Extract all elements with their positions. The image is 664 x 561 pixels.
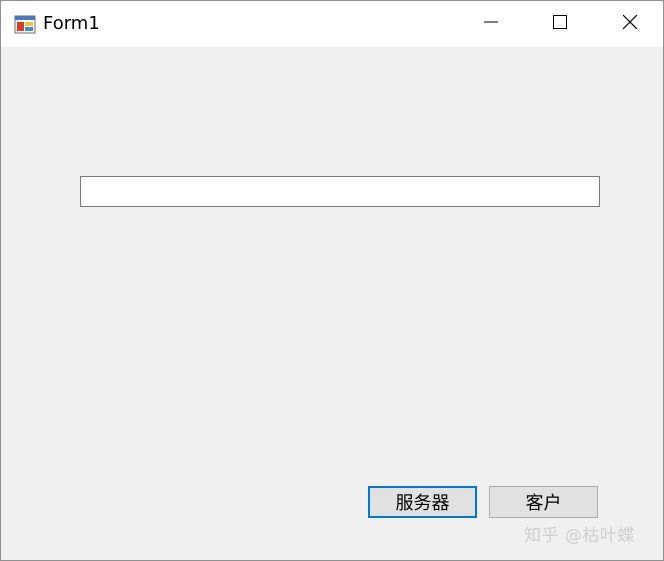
text-input[interactable] [80,176,600,207]
minimize-icon [483,14,499,34]
title-bar[interactable]: Form1 [1,1,663,47]
client-button-label: 客户 [525,493,562,514]
client-button[interactable]: 客户 [489,486,598,518]
maximize-button[interactable] [525,1,595,47]
maximize-icon [552,14,568,34]
server-button[interactable]: 服务器 [368,486,477,518]
winforms-app-icon [14,13,36,35]
close-button[interactable] [595,1,664,47]
watermark-text: 知乎 @枯叶蝶 [524,526,635,546]
window-title: Form1 [43,13,100,34]
close-icon [622,14,638,34]
form1-window: Form1 服务器 客户 知乎 @枯叶蝶 [0,0,664,561]
minimize-button[interactable] [456,1,526,47]
server-button-label: 服务器 [395,493,450,514]
